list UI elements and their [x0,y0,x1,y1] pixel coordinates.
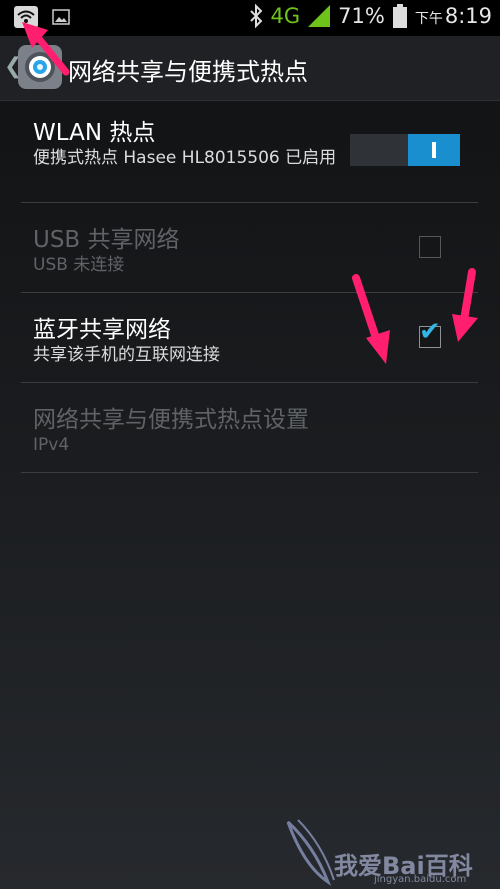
annotation-arrow-left [352,274,390,364]
page-title: 网络共享与便携式热点 [68,58,308,86]
battery-icon [392,4,407,28]
signal-icon [308,5,331,27]
wlan-hotspot-switch[interactable] [350,134,460,166]
hotspot-settings-summary: IPv4 [33,435,70,455]
clock: 下午8:19 [415,4,492,28]
usb-tethering-row[interactable]: USB 共享网络 USB 未连接 [21,202,478,293]
usb-tethering-summary: USB 未连接 [33,255,125,275]
bluetooth-tethering-title: 蓝牙共享网络 [33,317,171,343]
network-type: 4G [270,4,301,28]
checkmark-icon: ✔ [419,317,441,347]
clock-period: 下午 [414,11,443,27]
battery-percent: 71% [338,4,385,28]
watermark-url: jingyan.baidu.com [374,874,467,885]
wlan-hotspot-title: WLAN 热点 [33,120,156,146]
bluetooth-tethering-summary: 共享该手机的互联网连接 [33,345,220,365]
wlan-hotspot-row[interactable]: WLAN 热点 便携式热点 Hasee HL8015506 已启用 [21,101,478,203]
bluetooth-tethering-checkbox[interactable]: ✔ [419,319,441,348]
wlan-hotspot-summary: 便携式热点 Hasee HL8015506 已启用 [33,148,337,168]
clock-time: 8:19 [444,4,492,28]
bluetooth-tethering-row[interactable]: 蓝牙共享网络 共享该手机的互联网连接 ✔ [21,292,478,383]
hotspot-settings-row[interactable]: 网络共享与便携式热点设置 IPv4 [21,382,478,473]
bluetooth-icon [249,4,262,28]
baidu-watermark: 我爱Bai百科 jingyan.baidu.com [284,816,484,886]
usb-tethering-title: USB 共享网络 [33,227,180,253]
usb-tethering-checkbox[interactable] [419,236,441,258]
annotation-arrow-statusbar [22,22,70,76]
annotation-arrow-right [452,268,478,342]
switch-knob [408,134,460,166]
hotspot-settings-title: 网络共享与便携式热点设置 [33,407,309,433]
